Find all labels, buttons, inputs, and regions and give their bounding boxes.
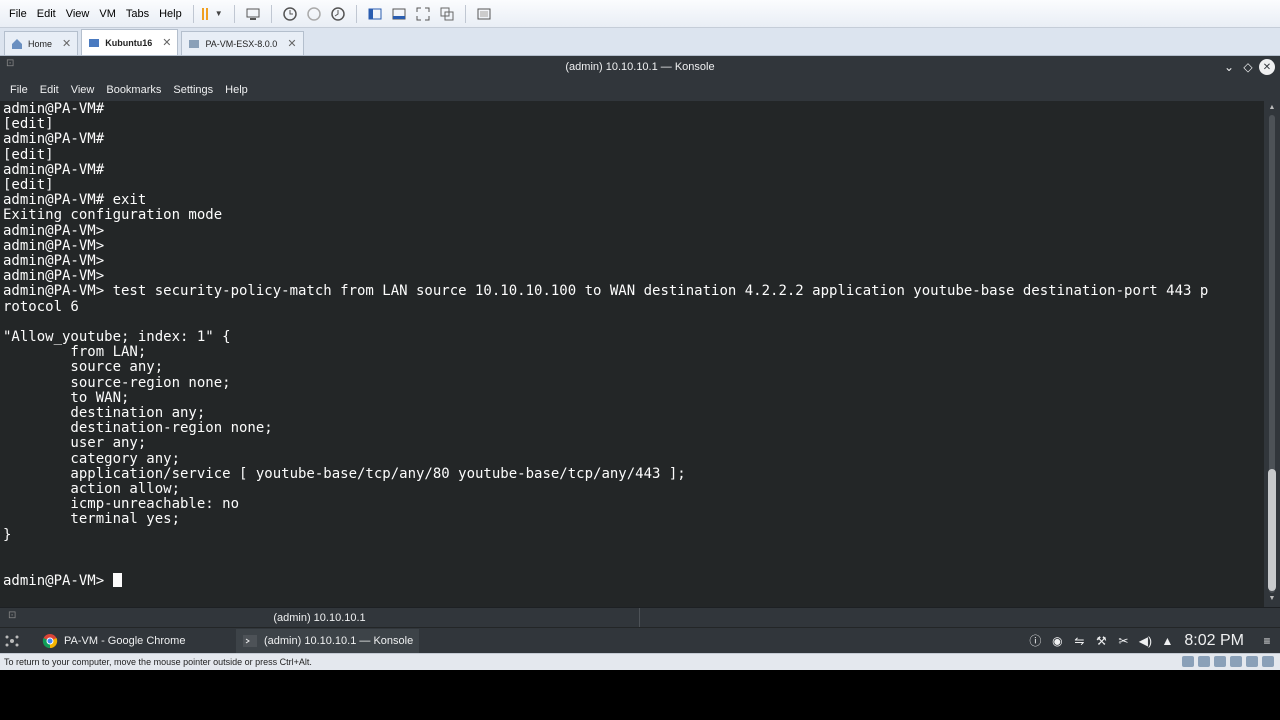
scroll-thumb[interactable] — [1268, 469, 1276, 591]
close-window-icon[interactable]: ✕ — [1259, 59, 1275, 75]
letterbox-bar — [0, 670, 1280, 720]
sound-icon[interactable] — [1246, 656, 1258, 667]
vm-icon — [89, 38, 100, 47]
close-icon[interactable]: ✕ — [162, 36, 171, 49]
pause-button[interactable]: ▼ — [201, 4, 223, 24]
application-launcher[interactable] — [0, 629, 26, 653]
vm-icon — [189, 39, 200, 48]
tab-kubuntu16[interactable]: Kubuntu16 ✕ — [81, 29, 179, 55]
sidebar-toggle-button[interactable] — [364, 4, 386, 24]
vm-menu-file[interactable]: File — [4, 8, 32, 20]
vmware-statusbar: To return to your computer, move the mou… — [0, 653, 1280, 670]
menu-view[interactable]: View — [65, 84, 101, 96]
text-cursor — [112, 573, 122, 588]
terminal-output: admin@PA-VM# [edit] admin@PA-VM# [edit] … — [3, 101, 1209, 543]
dropdown-arrow-icon: ▼ — [214, 9, 223, 18]
home-icon — [12, 38, 22, 49]
vm-menu-edit[interactable]: Edit — [32, 8, 61, 20]
send-ctrl-alt-del-button[interactable] — [242, 4, 264, 24]
scroll-up-icon[interactable]: ▲ — [1268, 104, 1276, 112]
panel-menu-icon[interactable]: ≡ — [1260, 634, 1274, 648]
sidebar-icon — [368, 8, 382, 19]
network-icon[interactable]: ⇋ — [1072, 634, 1086, 648]
window-icon — [392, 8, 406, 19]
tools-icon[interactable]: ⚒ — [1094, 634, 1108, 648]
network-adapter-icon[interactable] — [1214, 656, 1226, 667]
terminal-area[interactable]: admin@PA-VM# [edit] admin@PA-VM# [edit] … — [0, 101, 1264, 607]
menu-bookmarks[interactable]: Bookmarks — [100, 84, 167, 96]
thumbnail-icon — [477, 8, 491, 19]
menu-file[interactable]: File — [4, 84, 34, 96]
konsole-menubar: File Edit View Bookmarks Settings Help — [0, 78, 1280, 101]
vm-menu-view[interactable]: View — [61, 8, 95, 20]
display-icon[interactable] — [1262, 656, 1274, 667]
vm-menu-help[interactable]: Help — [154, 8, 187, 20]
close-icon[interactable]: ✕ — [287, 37, 296, 50]
terminal-prompt: admin@PA-VM> — [3, 573, 113, 590]
task-konsole[interactable]: (admin) 10.10.10.1 — Konsole — [236, 628, 420, 653]
snapshot-manager-button[interactable] — [327, 4, 349, 24]
updates-icon[interactable]: ◉ — [1050, 634, 1064, 648]
revert-icon — [306, 6, 321, 21]
chrome-icon — [42, 633, 58, 648]
fullscreen-button[interactable] — [412, 4, 434, 24]
volume-icon[interactable]: ◀) — [1138, 634, 1152, 648]
pause-icon — [201, 7, 204, 20]
clipboard-icon[interactable]: ✂ — [1116, 634, 1130, 648]
vm-menu-tabs[interactable]: Tabs — [121, 8, 154, 20]
terminal-icon: ⊡ — [6, 58, 15, 69]
snapshot-button[interactable] — [279, 4, 301, 24]
kde-launcher-icon — [5, 635, 19, 646]
revert-snapshot-button[interactable] — [303, 4, 325, 24]
info-icon[interactable]: ⓘ — [1028, 634, 1042, 648]
menu-help[interactable]: Help — [219, 84, 254, 96]
expand-tray-icon[interactable]: ▲ — [1160, 634, 1174, 648]
task-chrome[interactable]: PA-VM - Google Chrome — [36, 629, 232, 653]
window-title: (admin) 10.10.10.1 — Konsole — [565, 61, 715, 73]
tab-pa-vm-esx[interactable]: PA-VM-ESX-8.0.0 ✕ — [181, 31, 304, 55]
terminal-scrollbar[interactable]: ▲ ▼ — [1264, 101, 1280, 607]
vm-menu-vm[interactable]: VM — [94, 8, 121, 20]
clock[interactable]: 8:02 PM — [1184, 632, 1244, 650]
system-tray: ⓘ ◉ ⇋ ⚒ ✂ ◀) ▲ 8:02 PM ≡ — [1024, 628, 1280, 654]
snapshot-icon — [282, 6, 297, 21]
menu-settings[interactable]: Settings — [167, 84, 219, 96]
vmware-tab-bar: Home ✕ Kubuntu16 ✕ PA-VM-ESX-8.0.0 ✕ — [0, 28, 1280, 56]
close-icon[interactable]: ✕ — [62, 37, 71, 50]
network-icon — [246, 8, 260, 20]
unity-icon — [440, 7, 454, 20]
fullscreen-icon — [416, 7, 430, 20]
usb-icon[interactable] — [1230, 656, 1242, 667]
kde-taskbar: PA-VM - Google Chrome (admin) 10.10.10.1… — [0, 627, 1280, 653]
minimize-icon[interactable]: ⌄ — [1222, 59, 1236, 75]
maximize-icon[interactable]: ◇ — [1241, 59, 1255, 75]
toolbar-separator — [192, 4, 194, 23]
terminal-icon — [243, 634, 257, 647]
scroll-down-icon[interactable]: ▼ — [1268, 595, 1276, 603]
konsole-titlebar[interactable]: ⊡ (admin) 10.10.10.1 — Konsole ⌄ ◇ ✕ — [0, 56, 1280, 78]
clock-icon — [330, 6, 345, 21]
hdd-icon[interactable] — [1182, 656, 1194, 667]
console-view-button[interactable] — [388, 4, 410, 24]
unity-button[interactable] — [436, 4, 458, 24]
thumbnail-view-button[interactable] — [473, 4, 495, 24]
konsole-tabbar: ⊡ (admin) 10.10.10.1 — [0, 607, 1280, 628]
status-message: To return to your computer, move the mou… — [4, 657, 312, 667]
session-tab[interactable]: (admin) 10.10.10.1 — [0, 608, 640, 628]
cdrom-icon[interactable] — [1198, 656, 1210, 667]
tab-home[interactable]: Home ✕ — [4, 31, 79, 55]
menu-edit[interactable]: Edit — [34, 84, 65, 96]
vmware-menubar: File Edit View VM Tabs Help ▼ — [0, 0, 1280, 28]
